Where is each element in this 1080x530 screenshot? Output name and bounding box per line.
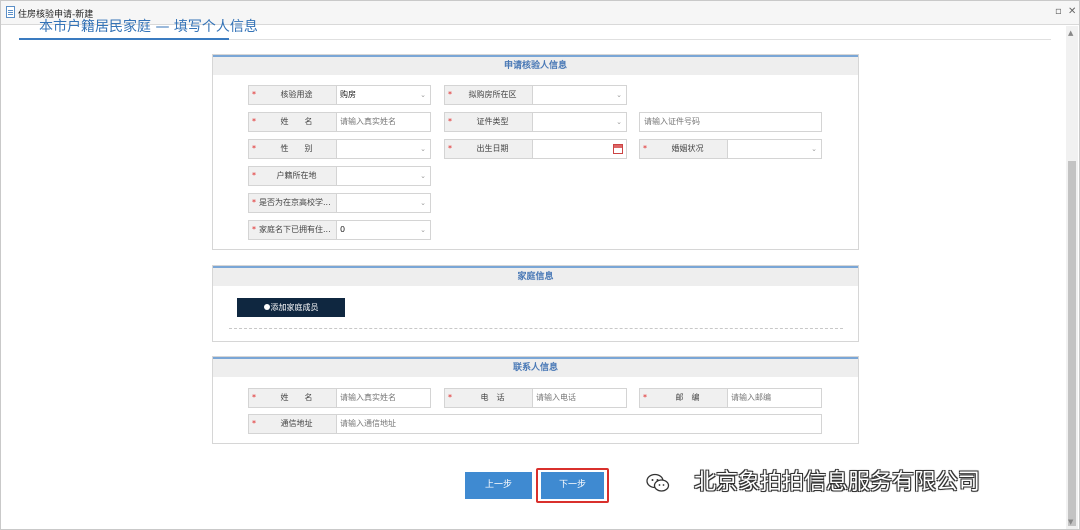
dashed-divider bbox=[229, 328, 843, 329]
hukou-location-select[interactable]: * 户籍所在地 ⌄ bbox=[248, 166, 431, 186]
name-placeholder: 请输入真实姓名 bbox=[340, 117, 396, 126]
vertical-scrollbar[interactable]: ▲ ▼ bbox=[1066, 26, 1078, 529]
birth-date-picker[interactable]: * 出生日期 bbox=[444, 139, 627, 159]
postcode-label: * 邮 编 bbox=[640, 389, 728, 407]
document-icon bbox=[6, 6, 15, 18]
chevron-down-icon: ⌄ bbox=[420, 145, 426, 153]
required-mark: * bbox=[252, 393, 256, 402]
required-mark: * bbox=[252, 117, 256, 126]
restore-icon[interactable]: ▫ bbox=[1055, 6, 1062, 18]
contact-name-label: * 姓 名 bbox=[249, 389, 337, 407]
prev-step-button[interactable]: 上一步 bbox=[465, 472, 532, 499]
owned-homes-select[interactable]: * 家庭名下已拥有住... 0 ⌄ bbox=[248, 220, 431, 240]
id-type-label: * 证件类型 bbox=[445, 113, 533, 131]
address-input[interactable]: * 通信地址 请输入通信地址 bbox=[248, 414, 822, 434]
owned-homes-value: 0 bbox=[340, 225, 346, 234]
required-mark: * bbox=[252, 225, 256, 234]
wechat-icon bbox=[646, 473, 670, 492]
chevron-down-icon: ⌄ bbox=[420, 91, 426, 99]
chevron-down-icon: ⌄ bbox=[811, 145, 817, 153]
contact-name-input[interactable]: * 姓 名 请输入真实姓名 bbox=[248, 388, 431, 408]
phone-placeholder: 请输入电话 bbox=[536, 393, 576, 402]
required-mark: * bbox=[448, 393, 452, 402]
chevron-down-icon: ⌄ bbox=[616, 91, 622, 99]
purpose-label: * 核验用途 bbox=[249, 86, 337, 104]
scroll-up-icon[interactable]: ▲ bbox=[1068, 29, 1073, 37]
page-section-title: 本市户籍居民家庭 — 填写个人信息 bbox=[39, 19, 258, 32]
marital-status-select[interactable]: * 婚姻状况 ⌄ bbox=[639, 139, 822, 159]
postcode-placeholder: 请输入邮编 bbox=[731, 393, 771, 402]
birth-date-value bbox=[533, 140, 608, 158]
watermark-text: 北京象拍拍信息服务有限公司 bbox=[694, 470, 981, 495]
required-mark: * bbox=[252, 198, 256, 207]
chevron-down-icon: ⌄ bbox=[420, 226, 426, 234]
owned-homes-label: * 家庭名下已拥有住... bbox=[249, 221, 337, 239]
applicant-panel-header: 申请核验人信息 bbox=[213, 55, 858, 75]
required-mark: * bbox=[252, 144, 256, 153]
district-label: * 拟购房所在区 bbox=[445, 86, 533, 104]
required-mark: * bbox=[448, 117, 452, 126]
next-step-highlight: 下一步 bbox=[536, 468, 609, 503]
required-mark: * bbox=[643, 393, 647, 402]
purpose-value: 购房 bbox=[340, 90, 356, 99]
phone-label: * 电 话 bbox=[445, 389, 533, 407]
app-window: 住房核验申请-新建 ▫ ✕ ▲ ▼ 本市户籍居民家庭 — 填写个人信息 申请核验… bbox=[0, 0, 1080, 530]
required-mark: * bbox=[252, 171, 256, 180]
marital-status-label: * 婚姻状况 bbox=[640, 140, 728, 158]
chevron-down-icon: ⌄ bbox=[616, 118, 622, 126]
id-number-input[interactable]: 请输入证件号码 bbox=[639, 112, 822, 132]
required-mark: * bbox=[252, 419, 256, 428]
gender-label: * 性 别 bbox=[249, 140, 337, 158]
required-mark: * bbox=[252, 90, 256, 99]
marital-status-value bbox=[728, 140, 808, 158]
required-mark: * bbox=[448, 144, 452, 153]
close-icon[interactable]: ✕ bbox=[1068, 6, 1076, 18]
family-panel: 家庭信息 添加家庭成员 bbox=[212, 265, 859, 342]
chevron-down-icon: ⌄ bbox=[420, 199, 426, 207]
plus-circle-icon bbox=[263, 303, 270, 310]
section-divider-accent bbox=[19, 38, 229, 40]
next-step-button[interactable]: 下一步 bbox=[541, 472, 604, 499]
contact-panel-header: 联系人信息 bbox=[213, 357, 858, 377]
add-family-member-button[interactable]: 添加家庭成员 bbox=[237, 298, 345, 317]
student-select[interactable]: * 是否为在京高校学... ⌄ bbox=[248, 193, 431, 213]
birth-date-label: * 出生日期 bbox=[445, 140, 533, 158]
scrollbar-thumb[interactable] bbox=[1068, 161, 1076, 526]
required-mark: * bbox=[643, 144, 647, 153]
gender-value bbox=[337, 140, 417, 158]
student-label: * 是否为在京高校学... bbox=[249, 194, 337, 212]
postcode-input[interactable]: * 邮 编 请输入邮编 bbox=[639, 388, 822, 408]
id-type-value bbox=[533, 113, 613, 131]
gender-select[interactable]: * 性 别 ⌄ bbox=[248, 139, 431, 159]
contact-name-placeholder: 请输入真实姓名 bbox=[340, 393, 396, 402]
name-input[interactable]: * 姓 名 请输入真实姓名 bbox=[248, 112, 431, 132]
family-panel-header: 家庭信息 bbox=[213, 266, 858, 286]
purpose-select[interactable]: * 核验用途 购房 ⌄ bbox=[248, 85, 431, 105]
calendar-icon[interactable] bbox=[613, 144, 623, 154]
name-label: * 姓 名 bbox=[249, 113, 337, 131]
district-value bbox=[533, 86, 613, 104]
hukou-location-label: * 户籍所在地 bbox=[249, 167, 337, 185]
address-placeholder: 请输入通信地址 bbox=[340, 419, 396, 428]
scroll-down-icon[interactable]: ▼ bbox=[1068, 518, 1073, 526]
id-type-select[interactable]: * 证件类型 ⌄ bbox=[444, 112, 627, 132]
phone-input[interactable]: * 电 话 请输入电话 bbox=[444, 388, 627, 408]
student-value bbox=[337, 194, 417, 212]
hukou-location-value bbox=[337, 167, 417, 185]
district-select[interactable]: * 拟购房所在区 ⌄ bbox=[444, 85, 627, 105]
chevron-down-icon: ⌄ bbox=[420, 172, 426, 180]
address-label: * 通信地址 bbox=[249, 415, 337, 433]
required-mark: * bbox=[448, 90, 452, 99]
